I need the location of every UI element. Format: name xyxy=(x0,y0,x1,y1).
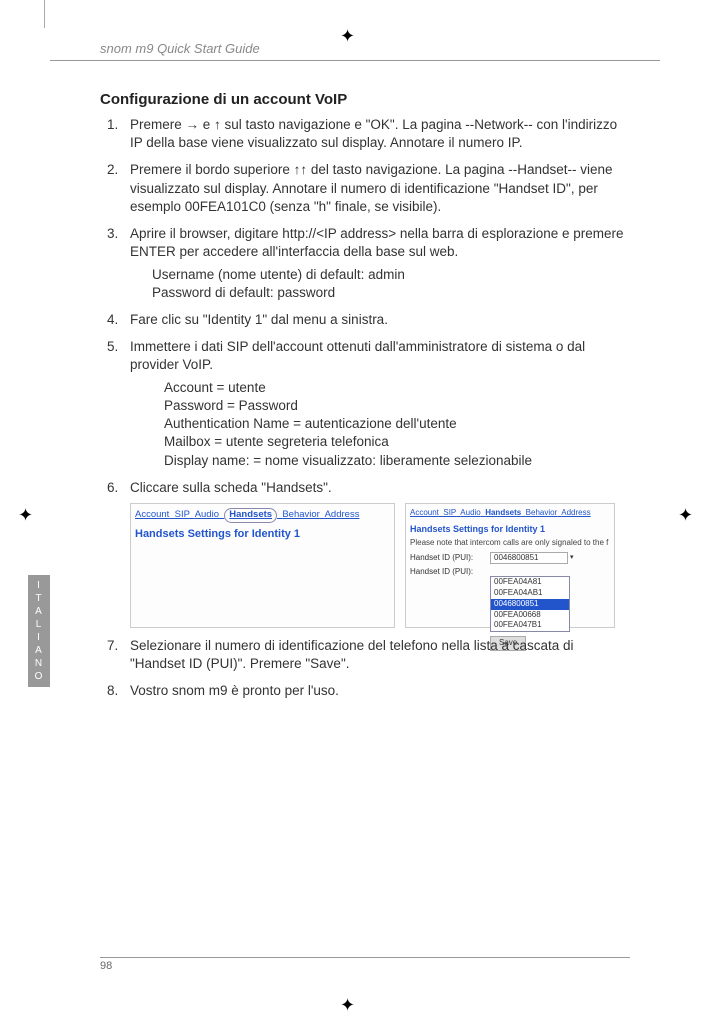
instruction-list: Premere → e ↑ sul tasto navigazione e "O… xyxy=(100,116,630,701)
tab-audio: Audio xyxy=(195,509,219,520)
list-item: Premere → e ↑ sul tasto navigazione e "O… xyxy=(122,116,630,152)
list-item: Vostro snom m9 è pronto per l'uso. xyxy=(122,682,630,700)
language-side-tab: I T A L I A N O xyxy=(28,575,50,687)
list-item: Selezionare il numero di identificazione… xyxy=(122,637,630,673)
sip-field-mappings: Account = utente Password = Password Aut… xyxy=(164,379,630,470)
registration-mark-icon: ✦ xyxy=(18,505,33,526)
tab-behavior: Behavior xyxy=(282,509,320,520)
handset-id-select: 0046800851 xyxy=(490,552,568,565)
list-item: Aprire il browser, digitare http://<IP a… xyxy=(122,225,630,302)
tab-sip: SIP xyxy=(175,509,190,520)
page-header: snom m9 Quick Start Guide xyxy=(50,40,660,61)
handset-id-dropdown: 00FEA04A81 00FEA04AB1 0046800851 00FEA00… xyxy=(490,576,570,632)
page-number: 98 xyxy=(100,960,112,972)
screenshot-tabs-view: Account SIP Audio Handsets Behavior Addr… xyxy=(130,503,395,628)
registration-mark-icon: ✦ xyxy=(678,505,693,526)
default-credentials: Username (nome utente) di default: admin… xyxy=(152,266,630,302)
page-footer: 98 xyxy=(100,957,630,972)
chevron-down-icon: ▾ xyxy=(570,553,574,562)
list-item: Cliccare sulla scheda "Handsets". Accoun… xyxy=(122,479,630,628)
crop-mark xyxy=(44,0,45,28)
registration-mark-icon: ✦ xyxy=(340,995,355,1016)
screenshot-dropdown-view: Account SIP Audio Handsets Behavior Addr… xyxy=(405,503,615,628)
tab-address: Address xyxy=(325,509,360,520)
tab-handsets: Handsets xyxy=(224,508,277,523)
section-heading: Configurazione di un account VoIP xyxy=(100,91,630,108)
document-title: snom m9 Quick Start Guide xyxy=(100,41,260,56)
list-item: Immettere i dati SIP dell'account ottenu… xyxy=(122,338,630,470)
list-item: Premere il bordo superiore ↑↑ del tasto … xyxy=(122,161,630,216)
list-item: Fare clic su "Identity 1" dal menu a sin… xyxy=(122,311,630,329)
tab-account: Account xyxy=(135,509,169,520)
field-label: Handset ID (PUI): xyxy=(410,553,490,564)
screenshot-title: Handsets Settings for Identity 1 xyxy=(135,527,390,542)
